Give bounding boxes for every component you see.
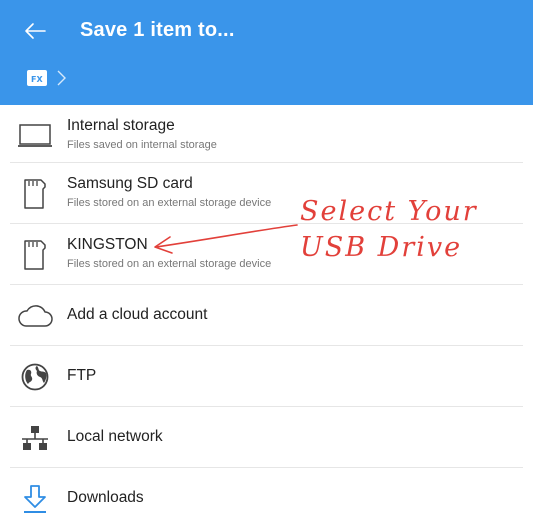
location-subtitle: Files saved on internal storage bbox=[67, 139, 217, 151]
location-internal-storage[interactable]: Internal storage Files saved on internal… bbox=[0, 105, 533, 166]
sd-card-icon bbox=[16, 236, 54, 274]
location-name: Local network bbox=[67, 428, 163, 445]
location-name: FTP bbox=[67, 367, 97, 384]
breadcrumb-root[interactable]: FX bbox=[26, 67, 48, 89]
arrow-left-icon bbox=[25, 23, 46, 39]
location-name: KINGSTON bbox=[67, 236, 148, 253]
location-local-network[interactable]: Local network bbox=[0, 407, 533, 468]
network-icon bbox=[16, 419, 54, 457]
fx-app-icon: FX bbox=[27, 70, 47, 86]
location-name: Downloads bbox=[67, 489, 144, 506]
location-name: Samsung SD card bbox=[67, 175, 193, 192]
location-add-cloud-account[interactable]: Add a cloud account bbox=[0, 285, 533, 346]
annotation-line-1: Select Your bbox=[300, 196, 478, 227]
monitor-icon bbox=[16, 117, 54, 155]
sd-card-icon bbox=[16, 175, 54, 213]
globe-icon bbox=[16, 358, 54, 396]
page-title: Save 1 item to... bbox=[80, 19, 235, 41]
back-button[interactable] bbox=[18, 14, 52, 48]
cloud-icon bbox=[16, 297, 54, 335]
location-subtitle: Files stored on an external storage devi… bbox=[67, 258, 272, 270]
svg-text:FX: FX bbox=[31, 75, 43, 84]
location-downloads[interactable]: Downloads bbox=[0, 468, 533, 529]
location-ftp[interactable]: FTP bbox=[0, 346, 533, 407]
chevron-right-icon bbox=[55, 69, 67, 92]
location-name: Internal storage bbox=[67, 117, 175, 134]
download-icon bbox=[16, 480, 54, 518]
breadcrumb bbox=[0, 62, 533, 105]
location-name: Add a cloud account bbox=[67, 306, 208, 323]
app-bar: Save 1 item to... bbox=[0, 0, 533, 62]
annotation-line-2: USB Drive bbox=[300, 232, 463, 263]
location-subtitle: Files stored on an external storage devi… bbox=[67, 197, 272, 209]
